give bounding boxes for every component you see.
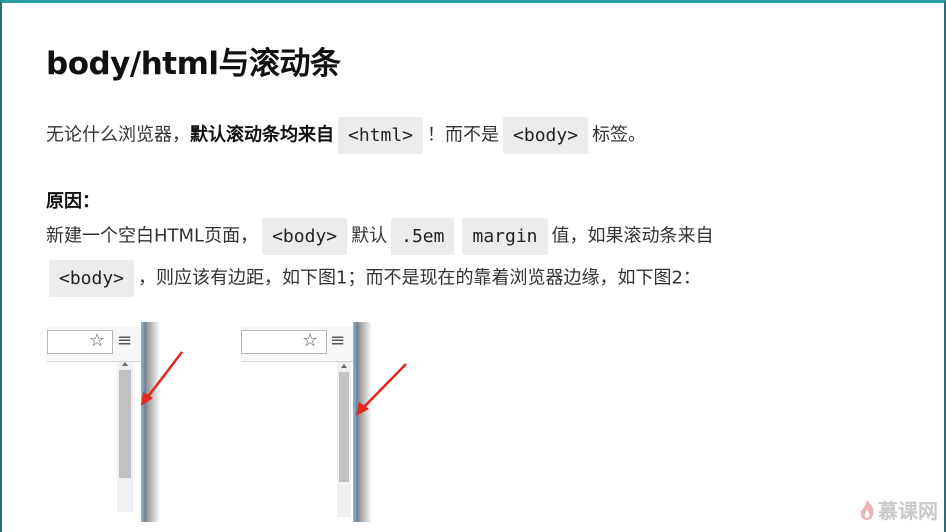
menu-icon: ≡: [330, 330, 346, 351]
code-5em: .5em: [391, 218, 455, 255]
text: 新建一个空白HTML页面，: [46, 225, 259, 247]
logo-text: 慕课网: [878, 499, 938, 523]
bold-text: 默认滚动条均来自: [190, 124, 334, 146]
paragraph-reason-line2: <body> ，则应该有边距，如下图1；而不是现在的靠着浏览器边缘，如下图2：: [49, 260, 701, 297]
paragraph-reason-line1: 新建一个空白HTML页面， <body> 默认 .5em margin 值，如果滚动条来自: [46, 218, 714, 255]
imooc-logo: 慕课网: [858, 495, 938, 524]
scrollbar-thumb: [119, 370, 131, 478]
menu-icon: ≡: [117, 330, 133, 351]
flame-logo-icon: [860, 499, 874, 520]
star-icon: ☆: [302, 330, 319, 351]
scroll-up-arrow-icon: [341, 364, 347, 368]
scroll-up-arrow-icon: [122, 362, 128, 366]
code-body: <body>: [49, 260, 135, 297]
window-shadow: [358, 322, 372, 522]
code-html: <html>: [338, 117, 424, 154]
code-body: <body>: [503, 117, 589, 154]
paragraph-default-scrollbar: 无论什么浏览器，默认滚动条均来自 <html> ！而不是 <body> 标签。: [46, 117, 646, 154]
red-arrow-icon: [141, 351, 183, 406]
text: 标签。: [592, 124, 647, 146]
text: 值，如果滚动条来自: [551, 225, 714, 247]
red-arrow-icon: [356, 363, 407, 416]
text: ！而不是: [427, 124, 500, 146]
text: ，则应该有边距，如下图1；而不是现在的靠着浏览器边缘，如下图2：: [138, 267, 701, 289]
browser-screenshot-1: ☆ ≡: [47, 322, 183, 522]
star-icon: ☆: [89, 330, 106, 351]
code-margin: margin: [462, 218, 548, 255]
scrollbar-thumb: [339, 372, 349, 482]
browser-screenshot-2: ☆ ≡: [241, 322, 407, 522]
text: 无论什么浏览器，: [46, 124, 190, 146]
page-title: body/html与滚动条: [46, 46, 341, 82]
code-body: <body>: [262, 218, 348, 255]
reason-label: 原因：: [46, 191, 100, 212]
text: 默认: [351, 225, 388, 247]
